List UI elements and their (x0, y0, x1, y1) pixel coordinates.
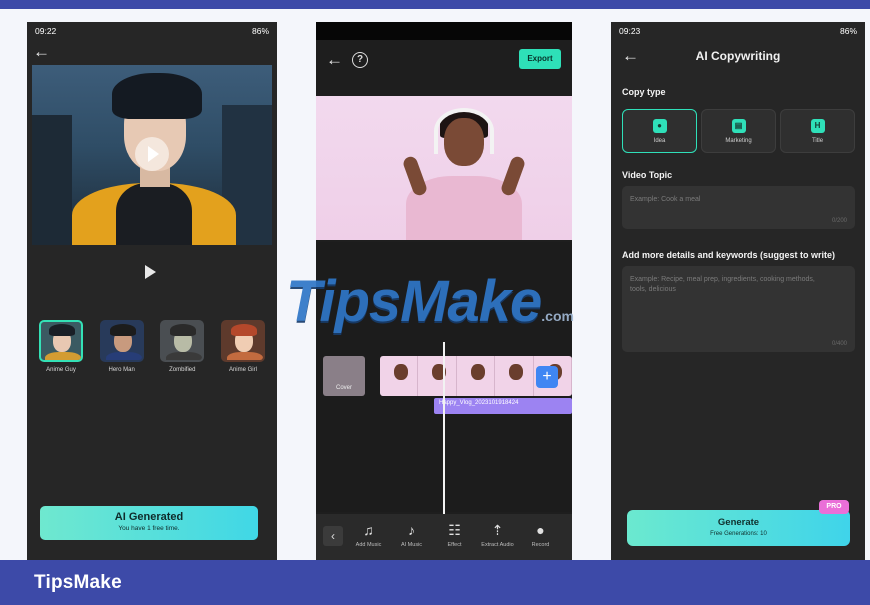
status-time: 09:23 (619, 26, 641, 36)
ai-music-icon: ♪ (408, 522, 415, 538)
status-battery: 86% (839, 26, 857, 36)
footer-banner: TipsMake (0, 560, 870, 605)
status-bar (316, 22, 572, 40)
copy-type-idea[interactable]: ● Idea (622, 109, 697, 153)
style-thumbnail (99, 320, 144, 362)
copy-type-heading: Copy type (622, 87, 666, 97)
tool-add-music[interactable]: ♫ Add Music (347, 514, 390, 548)
woman-arm-right (499, 154, 527, 198)
phone-ai-copywriting: 09:23 86% ← AI Copywriting Copy type ● I… (611, 22, 865, 560)
video-topic-input[interactable]: Example: Cook a meal 0/200 (622, 186, 855, 229)
copy-type-marketing[interactable]: ▤ Marketing (701, 109, 776, 153)
video-topic-counter: 0/200 (831, 218, 847, 224)
generate-button[interactable]: Generate Free Generations: 10 (627, 510, 850, 546)
video-topic-heading: Video Topic (622, 170, 673, 180)
watermark-logo: TipsMake.com (286, 268, 574, 335)
style-thumbnail (39, 320, 83, 362)
cover-label: Cover (335, 385, 352, 391)
status-battery: 86% (251, 26, 269, 36)
add-clip-button[interactable]: + (536, 366, 558, 388)
bulb-icon: ● (652, 119, 667, 133)
footer-brand: TipsMake (34, 572, 122, 593)
style-label: Hero Man (108, 367, 135, 373)
preview-video[interactable] (32, 65, 272, 245)
play-icon[interactable] (145, 265, 156, 279)
tool-label: AI Music (400, 542, 423, 548)
ai-generated-subtitle: You have 1 free time. (118, 525, 180, 532)
marketing-icon: ▤ (731, 119, 746, 133)
tool-label: Extract Audio (481, 542, 514, 548)
playhead[interactable] (443, 342, 445, 514)
title-icon: H (810, 119, 825, 133)
export-button[interactable]: Export (519, 49, 561, 69)
style-list: Anime Guy Hero Man Zombified Anime Girl (37, 320, 267, 373)
cover-thumbnail[interactable]: Cover (323, 356, 365, 396)
phone-anime-generator: 09:22 86% ← Anime Guy Hero Man Zombified… (27, 22, 277, 560)
details-input[interactable]: Example: Recipe, meal prep, ingredients,… (622, 266, 855, 352)
style-label: Zombified (169, 367, 196, 373)
copy-type-options: ● Idea ▤ Marketing H Title (622, 109, 855, 153)
record-icon: ● (536, 522, 545, 538)
style-thumbnail (160, 320, 205, 362)
ai-generated-button[interactable]: AI Generated You have 1 free time. (40, 506, 258, 540)
tool-label: Record (531, 542, 550, 548)
status-time: 09:22 (35, 26, 57, 36)
style-hero-man[interactable]: Hero Man (98, 320, 146, 373)
tool-label: Effect (447, 542, 462, 548)
style-label: Anime Girl (228, 367, 257, 373)
style-anime-girl[interactable]: Anime Girl (219, 320, 267, 373)
details-placeholder: Example: Recipe, meal prep, ingredients,… (630, 276, 815, 293)
details-heading: Add more details and keywords (suggest t… (622, 250, 836, 260)
style-thumbnail (220, 320, 265, 362)
pro-badge: PRO (819, 500, 849, 514)
add-music-icon: ♫ (363, 522, 374, 538)
effect-icon: ☷ (448, 522, 461, 538)
copy-type-title[interactable]: H Title (780, 109, 855, 153)
video-topic-placeholder: Example: Cook a meal (630, 196, 701, 203)
back-arrow-icon[interactable]: ← (33, 43, 50, 60)
copy-type-label: Title (811, 138, 824, 144)
help-icon[interactable]: ? (352, 52, 368, 68)
ai-generated-title: AI Generated (114, 511, 184, 523)
generate-subtitle: Free Generations: 10 (710, 531, 767, 537)
video-play-overlay-icon[interactable] (135, 137, 169, 171)
toolbar-back-icon[interactable]: ‹ (323, 526, 343, 546)
status-bar: 09:22 86% (35, 26, 269, 38)
details-counter: 0/400 (831, 341, 847, 347)
tool-extract-audio[interactable]: ⇡ Extract Audio (476, 514, 519, 548)
copy-type-label: Idea (653, 138, 666, 144)
status-bar: 09:23 86% (619, 26, 857, 38)
top-banner (0, 0, 870, 9)
style-label: Anime Guy (46, 367, 76, 373)
watermark-suffix: .com (541, 308, 574, 324)
tool-label: Add Music (355, 542, 382, 548)
woman-arm-left (401, 154, 429, 198)
character-shirt (116, 183, 192, 245)
character-hair (112, 73, 202, 119)
generate-title: Generate (717, 517, 760, 528)
watermark-text: TipsMake (286, 269, 542, 334)
video-preview[interactable] (316, 96, 572, 240)
tool-ai-music[interactable]: ♪ AI Music (390, 514, 433, 548)
audio-track[interactable]: Happy_Vlog_2023101918424 (434, 398, 572, 414)
style-anime-guy[interactable]: Anime Guy (37, 320, 85, 373)
building-left (32, 115, 72, 245)
tool-effect[interactable]: ☷ Effect (433, 514, 476, 548)
copy-type-label: Marketing (725, 138, 752, 144)
extract-audio-icon: ⇡ (491, 522, 504, 538)
tool-record[interactable]: ● Record (519, 514, 562, 548)
bottom-toolbar: ‹ ♫ Add Music ♪ AI Music ☷ Effect ⇡ Extr… (316, 514, 572, 560)
style-zombified[interactable]: Zombified (158, 320, 206, 373)
headphones (434, 108, 494, 154)
back-arrow-icon[interactable]: ← (326, 51, 343, 68)
page-title: AI Copywriting (695, 49, 781, 63)
